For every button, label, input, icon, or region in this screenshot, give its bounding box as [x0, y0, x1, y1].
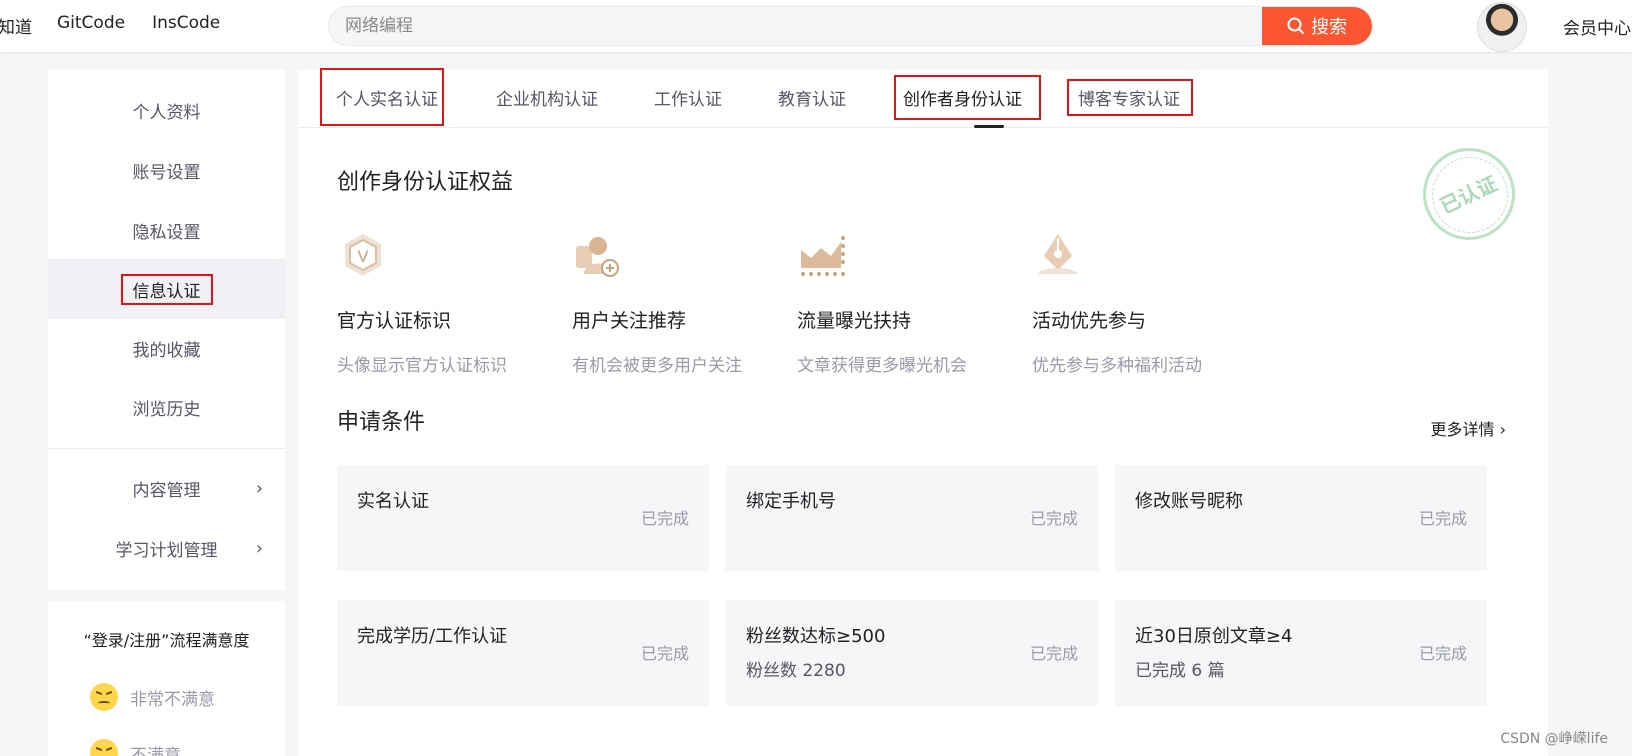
condition-name: 粉丝数达标≥500	[746, 626, 886, 647]
traffic-chart-icon	[801, 236, 845, 276]
chevron-right-icon: ›	[255, 477, 263, 499]
satisfaction-survey: “登录/注册”流程满意度 非常不满意 不满意	[48, 601, 285, 756]
sidebar-item-label: 账号设置	[132, 162, 201, 183]
chevron-right-icon: ›	[1499, 420, 1506, 439]
condition-name: 修改账号昵称	[1135, 491, 1243, 512]
sidebar-item-history[interactable]: 浏览历史	[48, 378, 285, 436]
benefit-item: 活动优先参与 优先参与多种福利活动	[1032, 230, 1252, 376]
highlight-box	[894, 75, 1041, 120]
benefit-title: 活动优先参与	[1032, 310, 1147, 332]
nav-gitcode[interactable]: GitCode	[57, 13, 125, 38]
v-badge-icon: V	[345, 234, 381, 276]
sidebar-item-study-plan[interactable]: 学习计划管理 ›	[48, 519, 285, 577]
condition-status: 已完成	[1029, 509, 1078, 528]
svg-text:V: V	[358, 247, 369, 266]
benefit-item: 用户关注推荐 有机会被更多用户关注	[572, 230, 792, 376]
survey-title: “登录/注册”流程满意度	[83, 631, 250, 650]
sidebar-item-label: 隐私设置	[132, 222, 201, 243]
more-details-label: 更多详情	[1430, 420, 1495, 439]
watermark: CSDN @峥嵘life	[1500, 731, 1608, 747]
user-add-icon	[576, 237, 619, 277]
sad-face-icon	[90, 739, 118, 756]
sidebar-item-profile[interactable]: 个人资料	[48, 81, 285, 139]
search-button-label: 搜索	[1311, 17, 1347, 38]
sidebar-item-privacy[interactable]: 隐私设置	[48, 201, 285, 259]
pen-nib-icon	[1038, 234, 1078, 274]
condition-status: 已完成	[1418, 644, 1467, 663]
nav-inscode[interactable]: InsCode	[152, 13, 220, 38]
benefit-item: 流量曝光扶持 文章获得更多曝光机会	[797, 230, 1017, 376]
benefit-desc: 文章获得更多曝光机会	[797, 356, 967, 376]
benefits-title: 创作身份认证权益	[337, 170, 514, 195]
benefit-item: V 官方认证标识 头像显示官方认证标识	[337, 230, 557, 376]
benefit-desc: 优先参与多种福利活动	[1032, 356, 1202, 376]
top-nav: 知道 GitCode InsCode	[0, 13, 220, 38]
stamp-text: 已认证	[1436, 171, 1501, 219]
sidebar: 个人资料 账号设置 隐私设置 信息认证 我的收藏 浏览历史 内容管理 › 学习计…	[48, 70, 285, 590]
condition-name: 绑定手机号	[746, 491, 836, 512]
condition-sub: 粉丝数 2280	[746, 661, 846, 681]
highlight-box	[1067, 79, 1193, 116]
conditions-title: 申请条件	[337, 410, 426, 435]
condition-card: 实名认证 已完成	[337, 465, 709, 571]
verification-tabs: 个人实名认证 企业机构认证 工作认证 教育认证 创作者身份认证 博客专家认证	[298, 68, 1548, 128]
chevron-right-icon: ›	[255, 537, 263, 559]
condition-status: 已完成	[640, 509, 689, 528]
condition-card: 完成学历/工作认证 已完成	[337, 600, 709, 706]
sidebar-item-label: 浏览历史	[132, 399, 201, 420]
search-icon	[1287, 17, 1304, 34]
verified-stamp-icon: 已认证	[1423, 148, 1515, 240]
sidebar-item-label: 信息认证	[120, 273, 213, 305]
sidebar-item-label: 内容管理	[132, 480, 201, 501]
more-details-link[interactable]: 更多详情 ›	[1430, 416, 1506, 440]
condition-sub: 已完成 6 篇	[1135, 661, 1225, 681]
highlight-box	[320, 68, 444, 126]
sidebar-item-content-mgmt[interactable]: 内容管理 ›	[48, 459, 285, 517]
condition-name: 实名认证	[357, 491, 429, 512]
member-center-link[interactable]: 会员中心	[1563, 14, 1631, 39]
search-button[interactable]: 搜索	[1262, 7, 1372, 45]
main-panel: 个人实名认证 企业机构认证 工作认证 教育认证 创作者身份认证 博客专家认证 创…	[298, 68, 1548, 756]
tab-work[interactable]: 工作认证	[654, 84, 722, 116]
avatar[interactable]	[1477, 2, 1527, 52]
tab-education[interactable]: 教育认证	[778, 84, 846, 116]
condition-card: 粉丝数达标≥500 粉丝数 2280 已完成	[726, 600, 1098, 706]
search-box: 搜索	[328, 6, 1373, 46]
top-bar: 知道 GitCode InsCode 搜索 会员中心	[0, 0, 1632, 52]
benefit-title: 流量曝光扶持	[797, 310, 912, 332]
condition-card: 近30日原创文章≥4 已完成 6 篇 已完成	[1115, 600, 1487, 706]
benefit-title: 官方认证标识	[337, 310, 452, 332]
sidebar-divider	[48, 448, 285, 449]
condition-name: 完成学历/工作认证	[357, 626, 508, 647]
survey-option-unsatisfied[interactable]: 不满意	[90, 739, 181, 756]
benefit-desc: 有机会被更多用户关注	[572, 356, 742, 376]
search-input[interactable]	[329, 7, 1264, 45]
active-tab-indicator	[974, 125, 1004, 128]
condition-status: 已完成	[640, 644, 689, 663]
survey-option-label: 不满意	[130, 745, 181, 756]
sidebar-item-label: 我的收藏	[132, 340, 201, 361]
nav-zhidao[interactable]: 知道	[0, 13, 32, 38]
benefit-title: 用户关注推荐	[572, 310, 687, 332]
sidebar-item-verification[interactable]: 信息认证	[48, 259, 285, 319]
condition-status: 已完成	[1418, 509, 1467, 528]
condition-status: 已完成	[1029, 644, 1078, 663]
sidebar-item-favorites[interactable]: 我的收藏	[48, 319, 285, 377]
tab-enterprise[interactable]: 企业机构认证	[496, 84, 598, 116]
condition-card: 绑定手机号 已完成	[726, 465, 1098, 571]
sidebar-item-label: 学习计划管理	[115, 540, 218, 561]
condition-card: 修改账号昵称 已完成	[1115, 465, 1487, 571]
condition-name: 近30日原创文章≥4	[1135, 626, 1293, 647]
benefit-desc: 头像显示官方认证标识	[337, 356, 507, 376]
sidebar-item-account[interactable]: 账号设置	[48, 141, 285, 199]
angry-face-icon	[90, 683, 118, 711]
survey-option-label: 非常不满意	[130, 689, 215, 710]
survey-option-very-unsatisfied[interactable]: 非常不满意	[90, 683, 215, 711]
sidebar-item-label: 个人资料	[132, 102, 201, 123]
